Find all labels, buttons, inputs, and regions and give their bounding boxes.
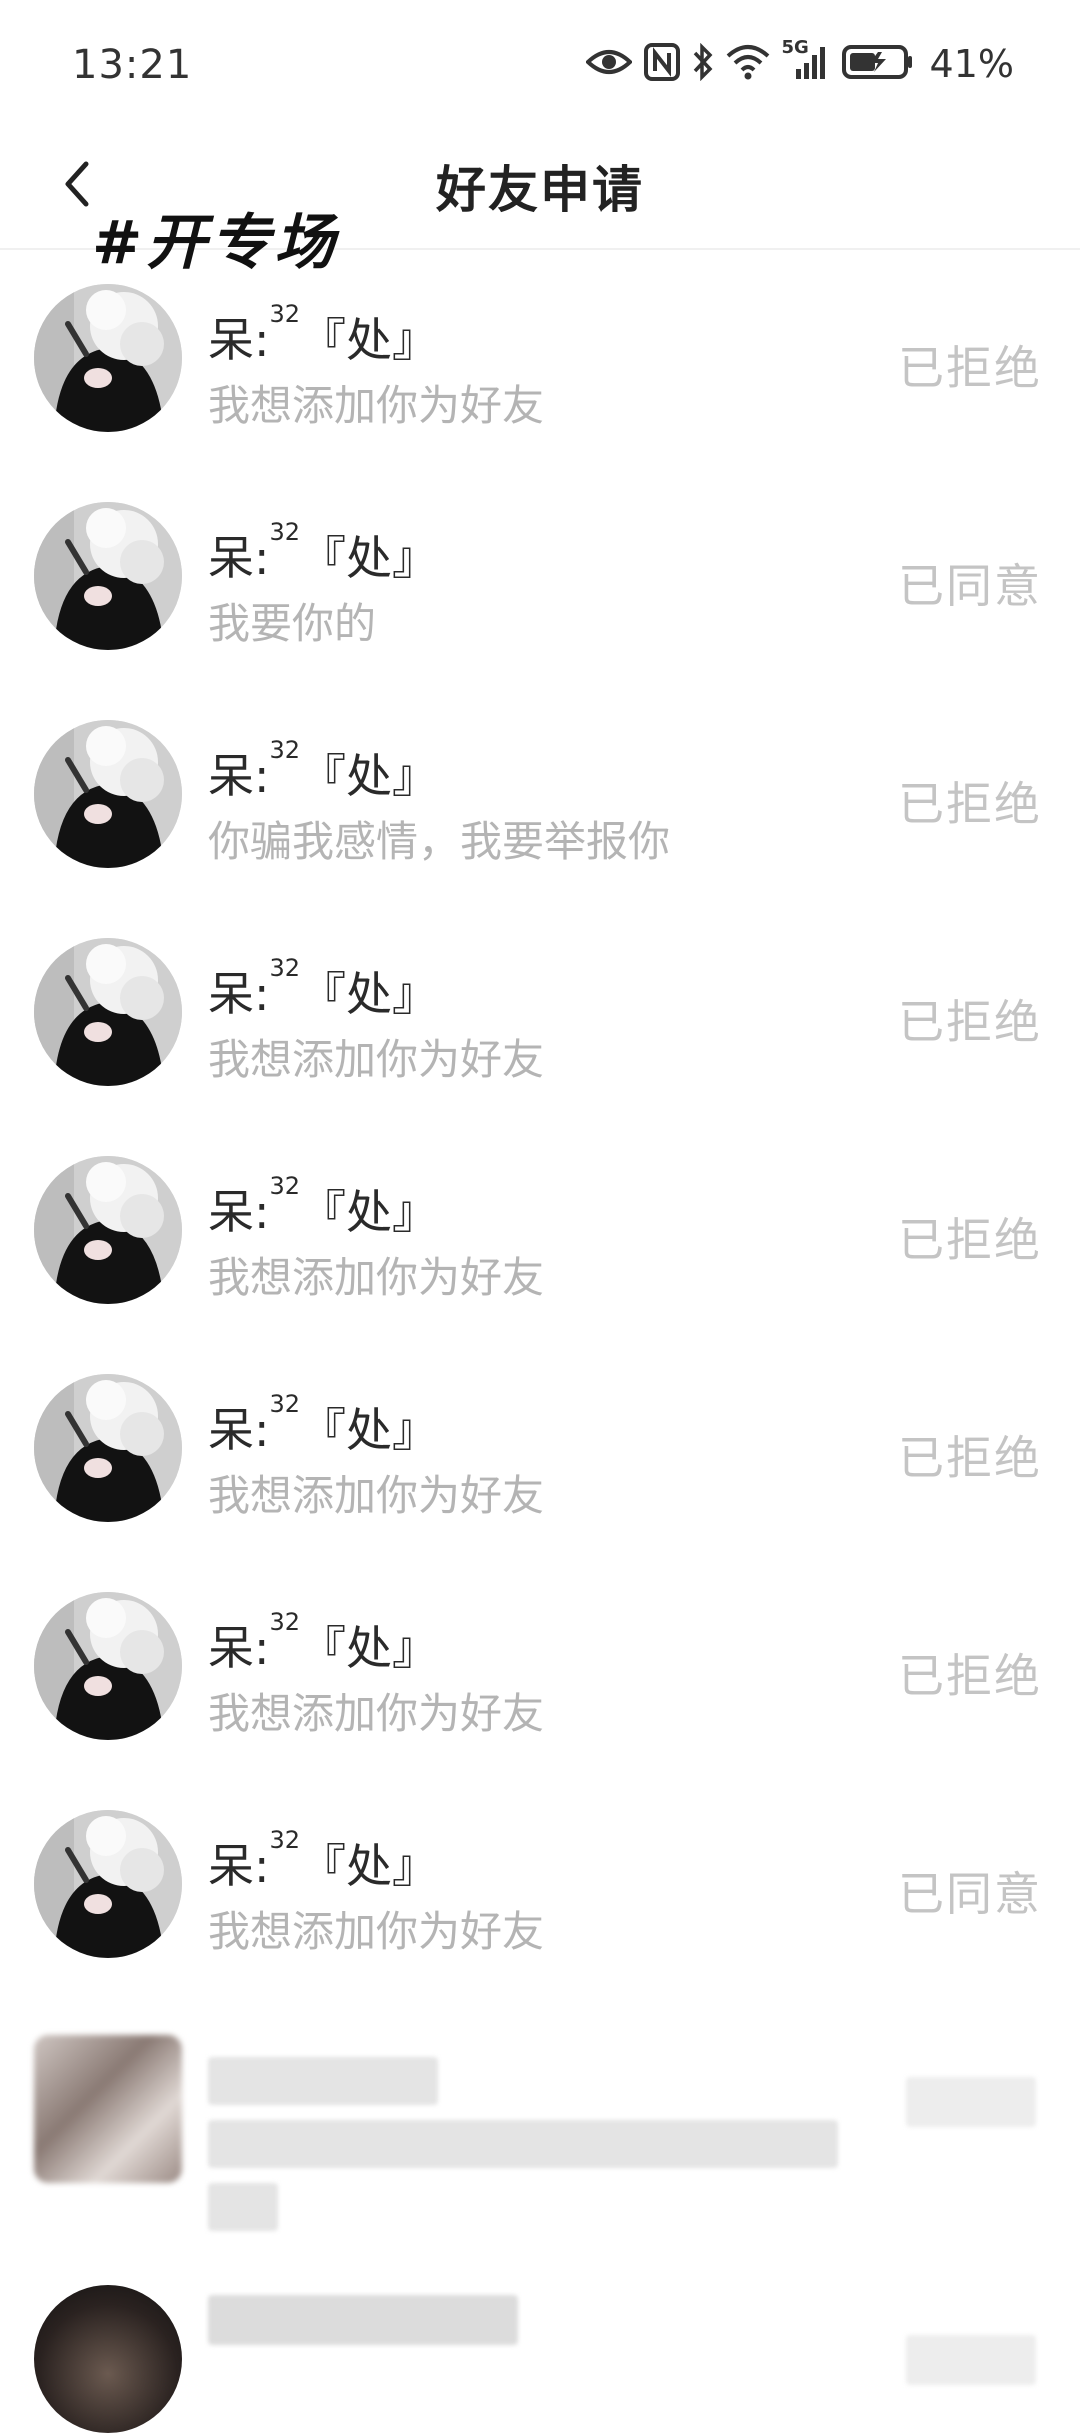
friend-request-list: 呆:32『处』 我想添加你为好友 已拒绝 呆:32『处』 我要你的 已同意 呆:…: [0, 250, 1080, 1994]
requester-name-text: 呆:: [208, 967, 270, 1021]
user-avatar[interactable]: [34, 1810, 182, 1958]
requester-name-sup: 32: [269, 1608, 301, 1636]
signal-icon: 5G: [782, 37, 830, 85]
blurred-status: [906, 2335, 1036, 2385]
request-message: 我想添加你为好友: [208, 1907, 545, 1956]
request-status: 已拒绝: [898, 341, 1042, 395]
requester-name-suffix: 『处』: [300, 967, 439, 1021]
requester-name-suffix: 『处』: [300, 531, 439, 585]
request-message: 我想添加你为好友: [208, 381, 545, 430]
friend-request-row[interactable]: 呆:32『处』 我想添加你为好友 已拒绝: [0, 904, 1080, 1122]
request-status: 已同意: [898, 559, 1042, 613]
request-status: 已拒绝: [898, 1649, 1042, 1703]
requester-name-text: 呆:: [208, 749, 270, 803]
user-avatar[interactable]: [34, 938, 182, 1086]
battery-charging-icon: [841, 44, 914, 84]
requester-name: 呆:32『处』: [208, 1390, 439, 1460]
requester-name-text: 呆:: [208, 1839, 270, 1893]
request-message: 我想添加你为好友: [208, 1471, 545, 1520]
user-avatar[interactable]: [34, 1592, 182, 1740]
requester-name-suffix: 『处』: [300, 1839, 439, 1893]
request-status: 已拒绝: [898, 1431, 1042, 1485]
network-type-label: 5G: [781, 37, 809, 58]
request-message: 我要你的: [208, 599, 377, 648]
user-avatar[interactable]: [34, 1156, 182, 1304]
request-status: 已拒绝: [898, 995, 1042, 1049]
user-avatar[interactable]: [34, 720, 182, 868]
requester-name-suffix: 『处』: [300, 749, 439, 803]
requester-name-text: 呆:: [208, 1621, 270, 1675]
requester-name: 呆:32『处』: [208, 1172, 439, 1242]
request-status: 已拒绝: [898, 1213, 1042, 1267]
blurred-name: [208, 2057, 438, 2105]
requester-name-suffix: 『处』: [300, 1621, 439, 1675]
blurred-name: [208, 2295, 518, 2345]
blurred-avatar: [34, 2035, 182, 2183]
requester-name-suffix: 『处』: [300, 313, 439, 367]
blurred-request-row[interactable]: [0, 2265, 1080, 2433]
requester-name: 呆:32『处』: [208, 518, 439, 588]
friend-request-row[interactable]: 呆:32『处』 我想添加你为好友 已拒绝: [0, 250, 1080, 468]
wifi-icon: [726, 44, 770, 84]
blurred-message-line: [208, 2183, 278, 2231]
requester-name-sup: 32: [269, 954, 301, 982]
blurred-section: [0, 1995, 1080, 2433]
eye-icon: [584, 47, 633, 81]
request-message: 我想添加你为好友: [208, 1253, 545, 1302]
request-message: 我想添加你为好友: [208, 1689, 545, 1738]
requester-name-suffix: 『处』: [300, 1185, 439, 1239]
battery-percent: 41%: [929, 42, 1014, 86]
bluetooth-icon: [692, 42, 714, 85]
requester-name-text: 呆:: [208, 1185, 270, 1239]
nav-header: 好友申请 #开专场: [0, 130, 1080, 278]
blurred-message: [208, 2120, 838, 2168]
requester-name-text: 呆:: [208, 1403, 270, 1457]
requester-name-sup: 32: [269, 1826, 301, 1854]
requester-name-text: 呆:: [208, 531, 270, 585]
requester-name: 呆:32『处』: [208, 300, 439, 370]
request-message: 我想添加你为好友: [208, 1035, 545, 1084]
user-avatar[interactable]: [34, 284, 182, 432]
requester-name-sup: 32: [269, 736, 301, 764]
user-avatar[interactable]: [34, 1374, 182, 1522]
nfc-icon: [643, 43, 680, 85]
user-avatar[interactable]: [34, 502, 182, 650]
friend-request-row[interactable]: 呆:32『处』 我想添加你为好友 已同意: [0, 1776, 1080, 1994]
friend-request-row[interactable]: 呆:32『处』 我想添加你为好友 已拒绝: [0, 1122, 1080, 1340]
friend-request-row[interactable]: 呆:32『处』 我想添加你为好友 已拒绝: [0, 1340, 1080, 1558]
blurred-request-row[interactable]: [0, 1995, 1080, 2265]
requester-name-sup: 32: [269, 1172, 301, 1200]
requester-name: 呆:32『处』: [208, 736, 439, 806]
requester-name-sup: 32: [269, 1390, 301, 1418]
friend-request-row[interactable]: 呆:32『处』 我要你的 已同意: [0, 468, 1080, 686]
friend-request-row[interactable]: 呆:32『处』 你骗我感情，我要举报你 已拒绝: [0, 686, 1080, 904]
status-bar: 13:21 5G 41%: [0, 0, 1080, 130]
requester-name-text: 呆:: [208, 313, 270, 367]
requester-name-suffix: 『处』: [300, 1403, 439, 1457]
blurred-status: [906, 2077, 1036, 2127]
blurred-avatar: [34, 2285, 182, 2433]
requester-name: 呆:32『处』: [208, 1826, 439, 1896]
requester-name: 呆:32『处』: [208, 1608, 439, 1678]
request-message: 你骗我感情，我要举报你: [208, 817, 671, 866]
request-status: 已拒绝: [898, 777, 1042, 831]
request-status: 已同意: [898, 1867, 1042, 1921]
friend-request-row[interactable]: 呆:32『处』 我想添加你为好友 已拒绝: [0, 1558, 1080, 1776]
requester-name-sup: 32: [269, 300, 301, 328]
status-time: 13:21: [72, 42, 193, 88]
requester-name: 呆:32『处』: [208, 954, 439, 1024]
status-icons: 5G 41%: [584, 37, 1014, 90]
requester-name-sup: 32: [269, 518, 301, 546]
